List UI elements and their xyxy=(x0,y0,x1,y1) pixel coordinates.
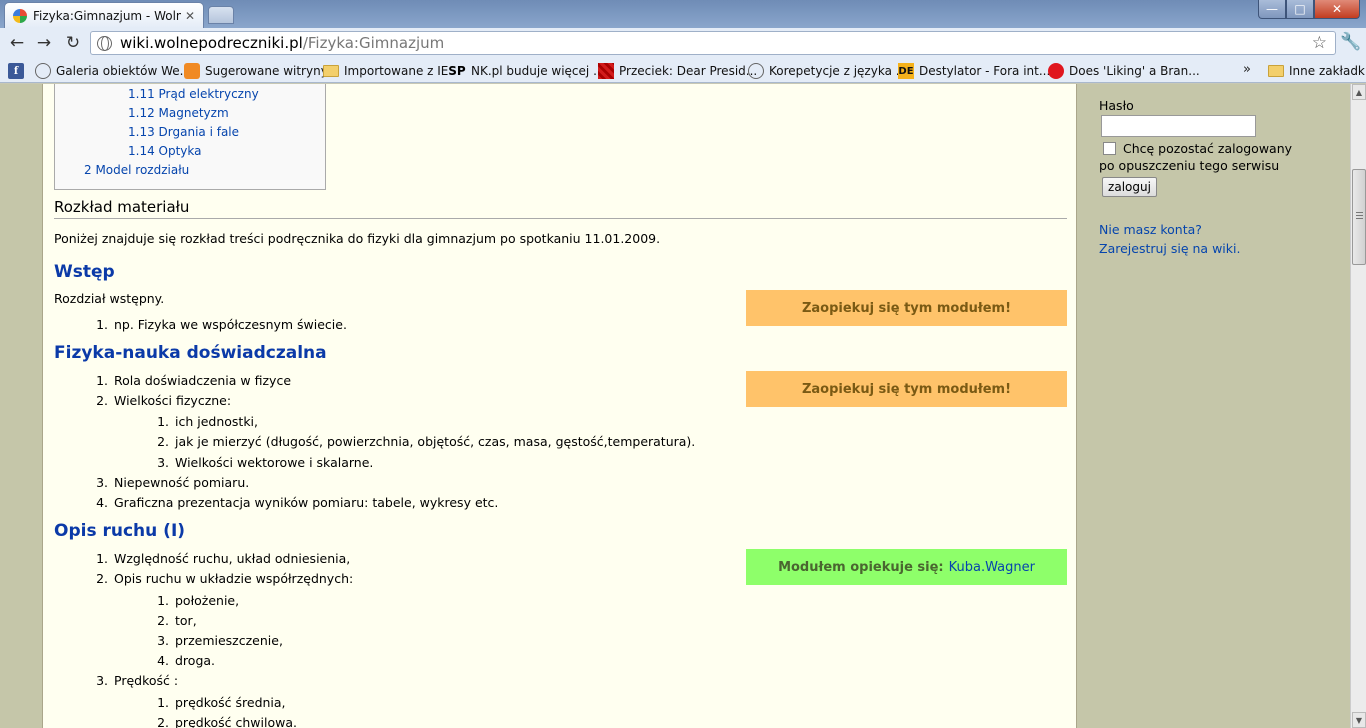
scroll-thumb[interactable] xyxy=(1352,169,1366,265)
list-item: 3. Niepewność pomiaru. xyxy=(96,475,250,490)
wiki-favicon-icon xyxy=(13,8,27,23)
list-item: 1. np. Fizyka we współczesnym świecie. xyxy=(96,317,347,332)
page-info-icon[interactable] xyxy=(97,35,112,51)
reload-icon[interactable]: ↻ xyxy=(62,32,84,54)
bookmark-label: Sugerowane witryny xyxy=(205,64,328,78)
section-heading: Rozkład materiału xyxy=(54,198,1067,219)
bookmark-label: Przeciek: Dear Presid... xyxy=(619,64,758,78)
bookmarks-bar: f Galeria obiektów We... Sugerowane witr… xyxy=(0,58,1366,83)
password-field[interactable] xyxy=(1101,115,1256,137)
main-content: 1.11 Prąd elektryczny 1.12 Magnetyzm 1.1… xyxy=(42,84,1077,728)
folder-icon xyxy=(1268,65,1284,77)
toc-link[interactable]: 1.12 Magnetyzm xyxy=(128,106,229,120)
globe-icon xyxy=(748,63,764,79)
intro-text: Poniżej znajduje się rozkład treści podr… xyxy=(54,231,661,246)
forward-icon[interactable]: → xyxy=(33,32,55,54)
list-item: 1. ich jednostki, xyxy=(157,414,259,429)
globe-icon xyxy=(35,63,51,79)
bookmark-item[interactable]: Importowane z IE xyxy=(323,62,448,80)
browser-tab[interactable]: Fizyka:Gimnazjum - Wolne ✕ xyxy=(4,2,204,28)
tab-close-icon[interactable]: ✕ xyxy=(185,9,195,23)
bookmark-item[interactable]: Przeciek: Dear Presid... xyxy=(598,62,757,80)
tab-title: Fizyka:Gimnazjum - Wolne xyxy=(33,8,181,23)
list-item: 1. prędkość średnia, xyxy=(157,695,286,710)
bookmark-label: Inne zakładki xyxy=(1289,64,1366,78)
destylator-icon: DE xyxy=(898,63,914,79)
url-host: wiki.wolnepodreczniki.pl xyxy=(120,34,303,52)
bookmark-item[interactable]: Sugerowane witryny xyxy=(184,62,328,80)
wstep-text: Rozdział wstępny. xyxy=(54,291,165,306)
list-item: 3. Wielkości wektorowe i skalarne. xyxy=(157,455,374,470)
vertical-scrollbar[interactable]: ▲ ▼ xyxy=(1350,84,1366,728)
bookmark-star-icon[interactable]: ☆ xyxy=(1312,33,1327,53)
heading-opis-ruchu: Opis ruchu (I) xyxy=(54,521,186,541)
red-circle-icon xyxy=(1048,63,1064,79)
bookmark-item[interactable]: Galeria obiektów We... xyxy=(35,62,191,80)
list-item: 2. tor, xyxy=(157,613,197,628)
bookmark-item[interactable]: DE Destylator - Fora int... xyxy=(898,62,1050,80)
table-of-contents: 1.11 Prąd elektryczny 1.12 Magnetyzm 1.1… xyxy=(54,84,326,190)
url-path: /Fizyka:Gimnazjum xyxy=(302,34,445,52)
list-item: 2. Wielkości fizyczne: xyxy=(96,393,232,408)
list-item: 3. Prędkość : xyxy=(96,673,179,688)
bookmark-item[interactable]: Does 'Liking' a Bran... xyxy=(1048,62,1200,80)
login-button[interactable]: zaloguj xyxy=(1102,177,1157,197)
list-item: 2. prędkość chwilowa. xyxy=(157,715,297,728)
browser-toolbar: ← → ↻ wiki.wolnepodreczniki.pl/Fizyka:Gi… xyxy=(0,28,1366,58)
minimize-button[interactable]: — xyxy=(1258,0,1286,19)
bookmark-label: Korepetycje z języka ... xyxy=(769,64,908,78)
bookmark-label: NK.pl buduje więcej ... xyxy=(471,64,605,78)
wrench-icon[interactable]: 🔧 xyxy=(1340,32,1361,52)
heading-fizyka: Fizyka-nauka doświadczalna xyxy=(54,343,327,363)
toc-link[interactable]: 1.14 Optyka xyxy=(128,144,202,158)
sp-icon: SP xyxy=(448,64,466,78)
scroll-down-icon[interactable]: ▼ xyxy=(1352,712,1366,728)
register-link[interactable]: Zarejestruj się na wiki. xyxy=(1099,241,1240,256)
list-item: 4. droga. xyxy=(157,653,216,668)
caretaker-label: Modułem opiekuje się: xyxy=(778,559,944,575)
folder-icon xyxy=(323,65,339,77)
more-bookmarks-icon[interactable]: » xyxy=(1243,62,1251,77)
list-item: 1. Względność ruchu, układ odniesienia, xyxy=(96,551,351,566)
toc-link[interactable]: 1.13 Drgania i fale xyxy=(128,125,239,139)
password-label: Hasło xyxy=(1099,98,1134,113)
address-bar[interactable]: wiki.wolnepodreczniki.pl/Fizyka:Gimnazju… xyxy=(90,31,1336,55)
adopt-module-box[interactable]: Zaopiekuj się tym modułem! xyxy=(746,290,1067,326)
suggested-sites-icon xyxy=(184,63,200,79)
adopt-module-box[interactable]: Zaopiekuj się tym modułem! xyxy=(746,371,1067,407)
scroll-up-icon[interactable]: ▲ xyxy=(1352,84,1366,100)
bookmark-other[interactable]: Inne zakładki xyxy=(1268,62,1366,80)
bookmark-label: Does 'Liking' a Bran... xyxy=(1069,64,1200,78)
module-caretaker-box: Modułem opiekuje się: Kuba.Wagner xyxy=(746,549,1067,585)
close-window-button[interactable]: ✕ xyxy=(1314,0,1360,19)
toc-link[interactable]: 1.11 Prąd elektryczny xyxy=(128,87,259,101)
list-item: 1. położenie, xyxy=(157,593,240,608)
title-bar: Fizyka:Gimnazjum - Wolne ✕ — □ ✕ xyxy=(0,0,1366,28)
bookmark-facebook[interactable]: f xyxy=(8,62,29,80)
toc-link[interactable]: 2 Model rozdziału xyxy=(84,163,189,177)
page-viewport: 1.11 Prąd elektryczny 1.12 Magnetyzm 1.1… xyxy=(0,84,1350,728)
heading-wstep: Wstęp xyxy=(54,262,115,282)
list-item: 2. jak je mierzyć (długość, powierzchnia,… xyxy=(157,434,696,449)
bookmark-label: Importowane z IE xyxy=(344,64,449,78)
back-icon[interactable]: ← xyxy=(6,32,28,54)
facebook-icon: f xyxy=(8,63,24,79)
list-item: 3. przemieszczenie, xyxy=(157,633,283,648)
list-item: 2. Opis ruchu w układzie współrzędnych: xyxy=(96,571,354,586)
new-tab-button[interactable] xyxy=(208,6,234,24)
remember-label-2: po opuszczeniu tego serwisu xyxy=(1099,158,1280,173)
list-item: 4. Graficzna prezentacja wyników pomiaru:… xyxy=(96,495,499,510)
bookmark-item[interactable]: Korepetycje z języka ... xyxy=(748,62,907,80)
list-item: 1. Rola doświadczenia w fizyce xyxy=(96,373,292,388)
bookmark-label: Destylator - Fora int... xyxy=(919,64,1051,78)
remember-label: Chcę pozostać zalogowany xyxy=(1123,141,1293,156)
maximize-button[interactable]: □ xyxy=(1286,0,1314,19)
no-account-link[interactable]: Nie masz konta? xyxy=(1099,222,1202,237)
bookmark-item[interactable]: SP NK.pl buduje więcej ... xyxy=(448,62,605,80)
remember-checkbox[interactable] xyxy=(1103,142,1116,155)
bookmark-label: Galeria obiektów We... xyxy=(56,64,192,78)
caretaker-user-link[interactable]: Kuba.Wagner xyxy=(949,560,1035,575)
przeciek-icon xyxy=(598,63,614,79)
